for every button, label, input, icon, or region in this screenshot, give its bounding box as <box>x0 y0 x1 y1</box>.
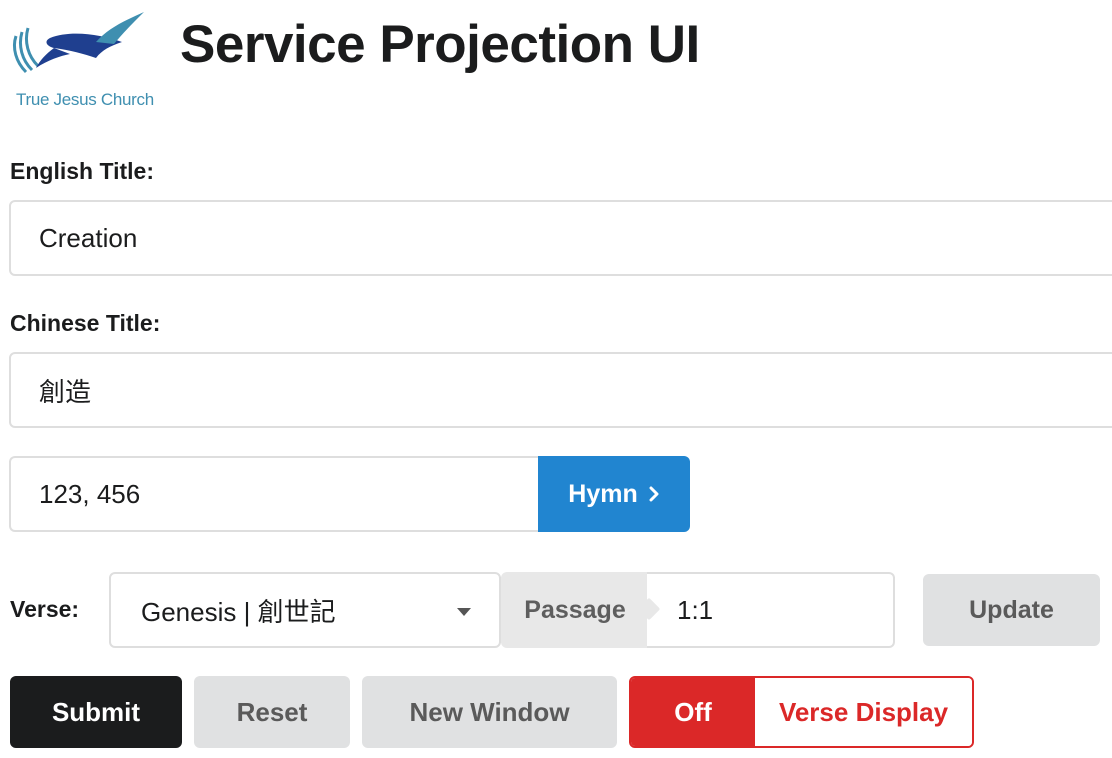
church-logo: True Jesus Church <box>10 8 160 109</box>
logo-text: True Jesus Church <box>16 90 154 109</box>
chinese-title-input[interactable] <box>9 352 1112 428</box>
book-select[interactable]: Genesis | 創世記 <box>109 572 501 648</box>
dove-icon <box>12 12 144 74</box>
new-window-button[interactable]: New Window <box>362 676 617 748</box>
passage-label: Passage <box>501 572 661 648</box>
reset-button[interactable]: Reset <box>194 676 350 748</box>
hymn-button-label: Hymn <box>568 479 638 508</box>
caret-down-icon <box>457 608 471 616</box>
passage-input[interactable] <box>647 572 895 648</box>
hymn-numbers-input[interactable] <box>9 456 541 532</box>
page-title: Service Projection UI <box>180 15 700 74</box>
passage-label-text: Passage <box>524 595 626 624</box>
toggle-verse-display-label[interactable]: Verse Display <box>755 678 972 746</box>
chevron-right-icon <box>648 480 660 509</box>
english-title-input[interactable] <box>9 200 1112 276</box>
chinese-title-label: Chinese Title: <box>10 310 161 336</box>
header: True Jesus Church Service Projection UI <box>0 0 1112 120</box>
english-title-label: English Title: <box>10 158 154 184</box>
book-select-value: Genesis | 創世記 <box>141 596 336 627</box>
update-button[interactable]: Update <box>923 574 1100 646</box>
hymn-button[interactable]: Hymn <box>538 456 690 532</box>
verse-display-toggle[interactable]: Off Verse Display <box>629 676 974 748</box>
verse-label: Verse: <box>10 596 80 622</box>
toggle-state-off[interactable]: Off <box>631 678 755 746</box>
submit-button[interactable]: Submit <box>10 676 182 748</box>
